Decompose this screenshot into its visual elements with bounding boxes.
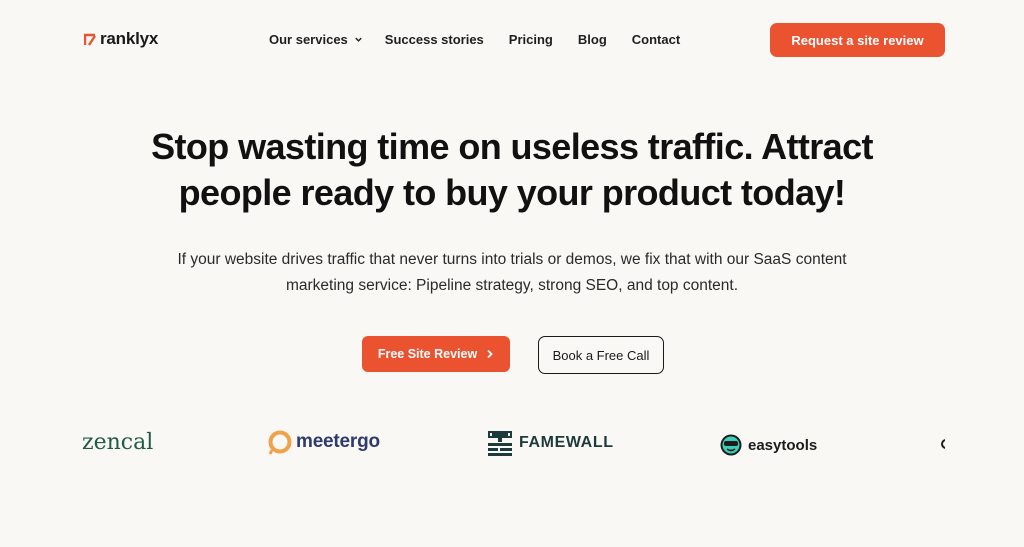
client-logo-easytools: easytools bbox=[720, 434, 817, 456]
famewall-trophy-icon bbox=[488, 431, 512, 456]
client-name: easytools bbox=[748, 436, 818, 454]
chevron-right-icon bbox=[487, 349, 493, 359]
nav-item-success-stories[interactable]: Success stories bbox=[385, 32, 484, 47]
request-site-review-button[interactable]: Request a site review bbox=[770, 23, 945, 57]
page: ranklyx Our services Success stories Pri… bbox=[0, 0, 1024, 547]
easytools-face-icon bbox=[720, 434, 742, 456]
client-logo-famewall: FAMEWALL bbox=[486, 430, 614, 456]
client-logo-partial bbox=[941, 438, 945, 450]
nav-item-contact[interactable]: Contact bbox=[632, 32, 680, 47]
client-name: zencal bbox=[82, 430, 154, 455]
client-name: FAMEWALL bbox=[519, 434, 614, 451]
brand-name: ranklyx bbox=[100, 29, 159, 48]
ranklyx-logo-mark-icon bbox=[84, 33, 96, 46]
nav-item-pricing[interactable]: Pricing bbox=[509, 32, 553, 47]
client-logos-strip: zencal meetergo FAMEWALL easytools bbox=[80, 420, 945, 470]
nav-item-label: Pricing bbox=[508, 32, 553, 47]
meetergo-ring-icon bbox=[268, 430, 292, 455]
free-site-review-label: Free Site Review bbox=[377, 347, 478, 361]
client-name: meetergo bbox=[296, 431, 380, 452]
client-logo-meetergo: meetergo bbox=[268, 429, 380, 455]
free-site-review-button[interactable]: Free Site Review bbox=[362, 336, 510, 372]
nav-item-label: Blog bbox=[577, 32, 607, 47]
book-free-call-button[interactable]: Book a Free Call bbox=[538, 336, 664, 374]
brand-logo[interactable]: ranklyx bbox=[84, 29, 158, 49]
partial-logo-icon bbox=[941, 439, 945, 449]
hero-subtitle: If your website drives traffic that neve… bbox=[177, 251, 847, 294]
nav-item-label: Contact bbox=[631, 32, 681, 47]
hero-title: Stop wasting time on useless traffic. At… bbox=[151, 126, 873, 213]
main-nav: Our services Success stories Pricing Blo… bbox=[269, 32, 680, 47]
nav-item-blog[interactable]: Blog bbox=[578, 32, 607, 47]
nav-item-label: Our services bbox=[269, 32, 348, 47]
nav-item-label: Success stories bbox=[384, 32, 484, 47]
client-logo-zencal: zencal bbox=[82, 430, 153, 455]
nav-item-our-services[interactable]: Our services bbox=[269, 32, 363, 47]
chevron-down-icon bbox=[355, 37, 362, 42]
